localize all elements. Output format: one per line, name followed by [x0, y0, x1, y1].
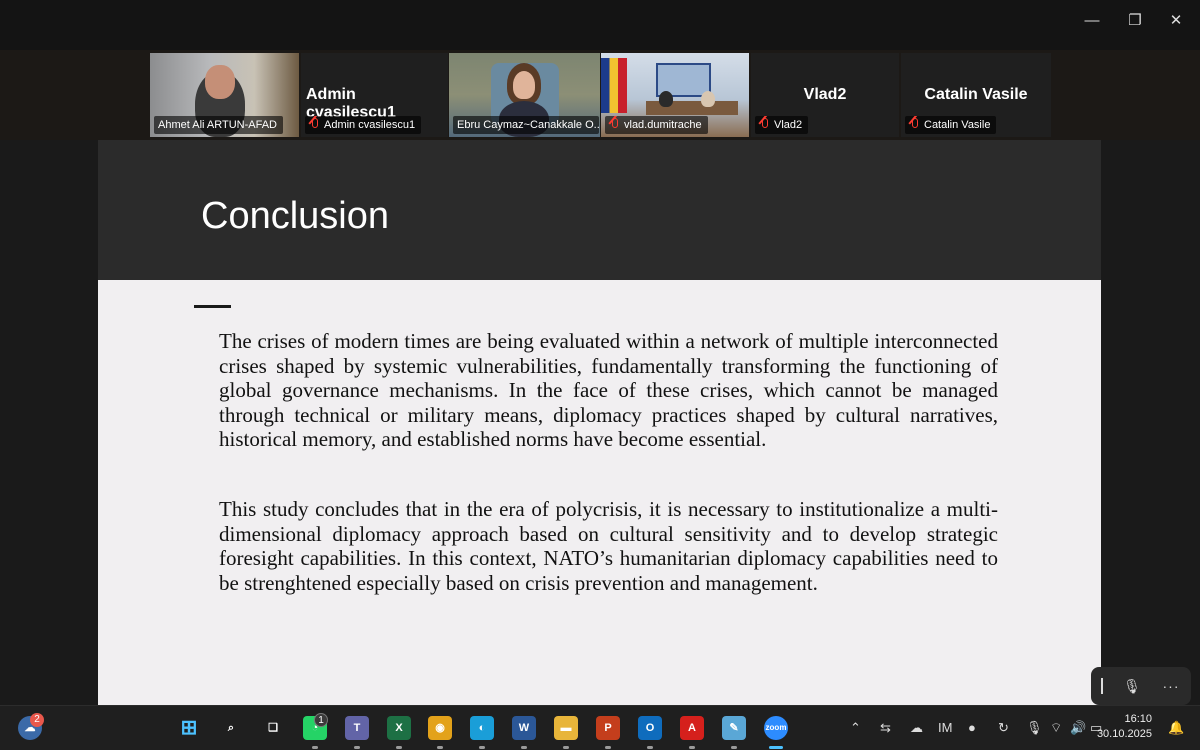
participant-display-name: Catalin Vasile — [924, 86, 1028, 103]
running-indicator — [396, 746, 402, 749]
restore-button[interactable]: ❐ — [1115, 8, 1155, 34]
drag-handle[interactable] — [1097, 667, 1107, 705]
running-indicator — [647, 746, 653, 749]
participant-gallery: Ahmet Ali ARTUN-AFAD Admin cvasilescu1 A… — [0, 50, 1200, 140]
mic-tray-icon[interactable]: 🎙 — [1026, 719, 1043, 737]
paint-icon[interactable]: ✎ — [722, 716, 746, 740]
running-indicator — [312, 746, 318, 749]
record-icon[interactable]: ● — [968, 719, 976, 737]
running-indicator — [731, 746, 737, 749]
acrobat-icon[interactable]: A — [680, 716, 704, 740]
running-indicator — [479, 746, 485, 749]
participant-name-tag: Catalin Vasile — [905, 116, 997, 134]
powerpoint-icon[interactable]: P — [596, 716, 620, 740]
search-icon[interactable]: ⌕ — [219, 716, 243, 740]
participant-name-tag: vlad.dumitrache — [605, 116, 708, 134]
zoom-icon[interactable]: zoom — [764, 716, 788, 740]
participant-tile[interactable]: Admin cvasilescu1 Admin cvasilescu1 — [301, 53, 448, 137]
word-icon[interactable]: W — [512, 716, 536, 740]
windows-taskbar: ☁ 2 ⊞ ⌕ ❏ ◔ T X ◉ ◐ W ▬ P O A ✎ zoom 1 ⌃ ⇆ ☁ IM ● ↻ 🎙 … — [0, 705, 1200, 750]
settings-sliders-icon[interactable]: ⇆ — [880, 719, 891, 737]
muted-mic-icon — [909, 118, 919, 130]
zoom-window-titlebar: — ❐ ✕ — [0, 0, 1200, 50]
participant-name-tag: Vlad2 — [755, 116, 809, 134]
slide-header: Conclusion — [98, 140, 1101, 280]
participant-tile[interactable]: Catalin Vasile Catalin Vasile — [901, 53, 1051, 137]
muted-mic-icon — [759, 118, 769, 130]
chrome-icon[interactable]: ◉ — [428, 716, 452, 740]
running-indicator — [769, 746, 783, 749]
whatsapp-badge: 1 — [314, 713, 328, 727]
running-indicator — [689, 746, 695, 749]
clock-time: 16:10 — [1124, 713, 1152, 725]
slide-title: Conclusion — [201, 195, 389, 237]
participant-tile-active-speaker[interactable]: Ebru Caymaz~Canakkale O... — [449, 53, 600, 137]
edge-icon[interactable]: ◐ — [470, 716, 494, 740]
more-options-icon[interactable]: ··· — [1159, 667, 1183, 705]
participant-tile[interactable]: Ahmet Ali ARTUN-AFAD — [150, 53, 299, 137]
close-button[interactable]: ✕ — [1156, 8, 1196, 34]
widgets-badge: 2 — [30, 713, 44, 727]
participant-tile[interactable]: Vlad2 Vlad2 — [751, 53, 899, 137]
participant-tile[interactable]: vlad.dumitrache — [601, 53, 749, 137]
wifi-icon[interactable]: ⌔ — [1050, 719, 1062, 737]
start-icon[interactable]: ⊞ — [177, 716, 201, 740]
show-hidden-icons-icon[interactable]: ⌃ — [850, 719, 861, 737]
slide-divider — [194, 305, 231, 308]
shared-screen-slide: Conclusion The crises of modern times ar… — [98, 140, 1101, 705]
slide-paragraph: The crises of modern times are being eva… — [219, 329, 998, 451]
excel-icon[interactable]: X — [387, 716, 411, 740]
running-indicator — [563, 746, 569, 749]
clock[interactable]: 16:10 30.10.2025 — [1092, 712, 1152, 742]
task-view-icon[interactable]: ❏ — [261, 716, 285, 740]
muted-mic-icon — [309, 118, 319, 130]
microphone-icon[interactable]: 🎙 — [1121, 667, 1143, 705]
participant-name-tag: Ebru Caymaz~Canakkale O... — [453, 116, 599, 134]
minimize-button[interactable]: — — [1072, 8, 1112, 34]
muted-mic-icon — [609, 118, 619, 130]
participant-name-tag: Admin cvasilescu1 — [305, 116, 422, 134]
volume-icon[interactable]: 🔊 — [1070, 719, 1086, 737]
app-tray-icon[interactable]: IM — [938, 719, 952, 737]
running-indicator — [605, 746, 611, 749]
flag-icon — [601, 58, 627, 113]
desktop: — ❐ ✕ Ahmet Ali ARTUN-AFAD Admin cvasile… — [0, 0, 1200, 750]
clock-date: 30.10.2025 — [1096, 728, 1152, 740]
running-indicator — [354, 746, 360, 749]
teams-icon[interactable]: T — [345, 716, 369, 740]
file-explorer-icon[interactable]: ▬ — [554, 716, 578, 740]
onedrive-icon[interactable]: ☁ — [910, 719, 923, 737]
slide-paragraph: This study concludes that in the era of … — [219, 497, 998, 595]
participant-name-tag: Ahmet Ali ARTUN-AFAD — [154, 116, 283, 134]
notifications-icon[interactable]: 🔔 — [1168, 719, 1184, 737]
outlook-icon[interactable]: O — [638, 716, 662, 740]
floating-meeting-controls: 🎙 ··· — [1091, 667, 1191, 705]
sync-icon[interactable]: ↻ — [998, 719, 1009, 737]
running-indicator — [521, 746, 527, 749]
participant-display-name: Vlad2 — [803, 86, 847, 103]
running-indicator — [437, 746, 443, 749]
